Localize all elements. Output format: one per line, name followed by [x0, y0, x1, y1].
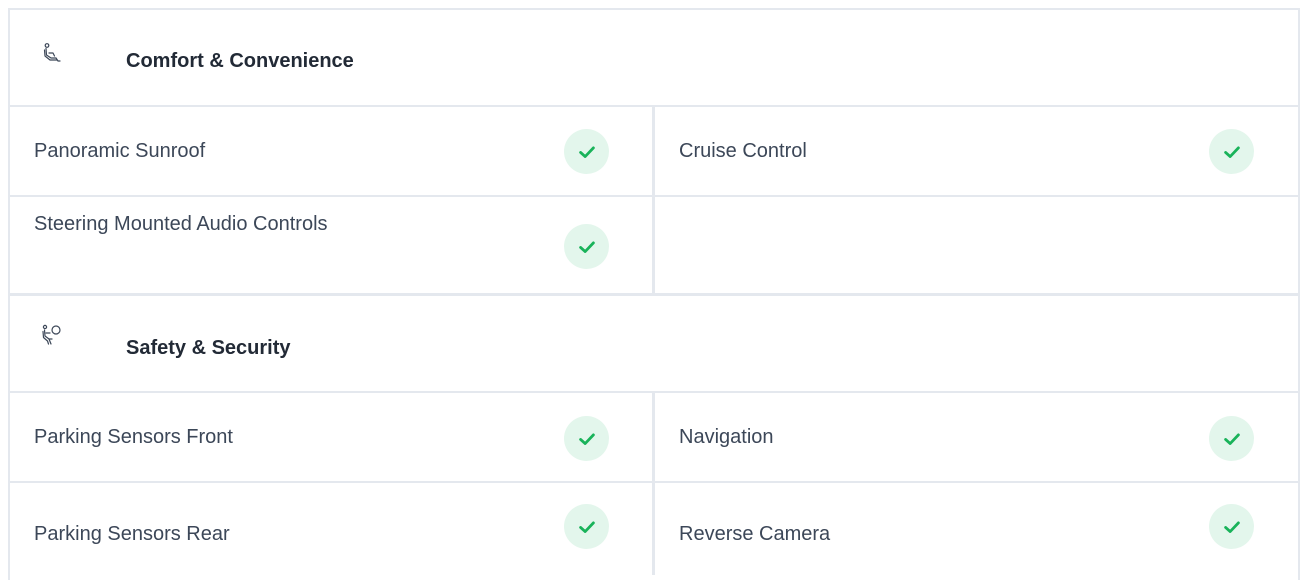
section-header-comfort: Comfort & Convenience	[10, 10, 1298, 107]
feature-row: Parking Sensors Rear Reverse Camera	[10, 483, 1298, 575]
features-table: Comfort & Convenience Panoramic Sunroof …	[8, 8, 1300, 580]
feature-cell: Navigation	[655, 393, 1298, 481]
check-icon	[1209, 129, 1254, 174]
feature-row: Parking Sensors Front Navigation	[10, 393, 1298, 483]
feature-label: Cruise Control	[679, 140, 807, 162]
check-icon	[1209, 416, 1254, 461]
feature-cell: Parking Sensors Rear	[10, 483, 655, 575]
airbag-icon	[40, 324, 64, 348]
feature-row: Panoramic Sunroof Cruise Control	[10, 107, 1298, 197]
check-icon	[564, 129, 609, 174]
feature-cell: Parking Sensors Front	[10, 393, 655, 481]
feature-cell: Reverse Camera	[655, 483, 1298, 575]
feature-row: Steering Mounted Audio Controls	[10, 197, 1298, 296]
section-title: Safety & Security	[126, 337, 291, 359]
feature-label: Parking Sensors Rear	[34, 523, 230, 545]
feature-cell: Cruise Control	[655, 107, 1298, 195]
feature-cell: Steering Mounted Audio Controls	[10, 197, 655, 293]
feature-label: Reverse Camera	[679, 523, 831, 545]
check-icon	[564, 504, 609, 549]
features-panel: Comfort & Convenience Panoramic Sunroof …	[0, 0, 1302, 580]
feature-label: Parking Sensors Front	[34, 426, 233, 448]
section-header-safety: Safety & Security	[10, 296, 1298, 393]
check-icon	[564, 416, 609, 461]
check-icon	[564, 224, 609, 269]
feature-label: Panoramic Sunroof	[34, 140, 206, 162]
feature-cell: Panoramic Sunroof	[10, 107, 655, 195]
feature-label: Steering Mounted Audio Controls	[34, 213, 328, 235]
empty-cell	[655, 197, 1298, 293]
section-title: Comfort & Convenience	[126, 50, 354, 72]
check-icon	[1209, 504, 1254, 549]
seat-icon	[40, 42, 64, 66]
feature-label: Navigation	[679, 426, 774, 448]
